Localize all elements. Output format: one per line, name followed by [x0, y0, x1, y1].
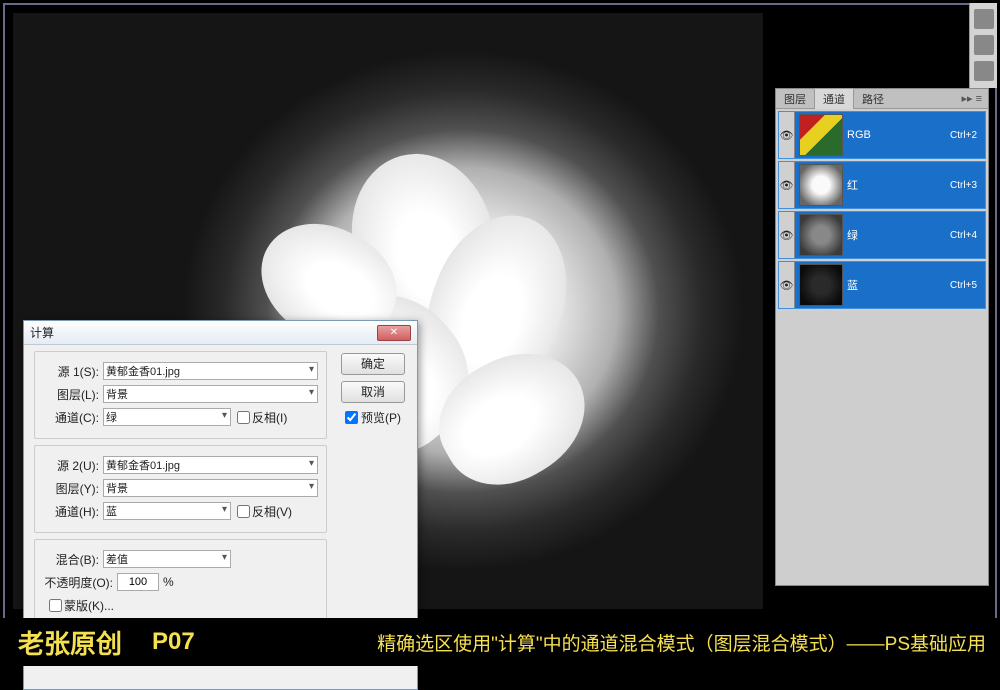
- blend-section: 混合(B): 差值 不透明度(O): % 蒙版(K)...: [34, 539, 327, 627]
- tab-layers[interactable]: 图层: [776, 89, 814, 109]
- percent-sign: %: [163, 575, 174, 589]
- right-tool-strip: [969, 3, 997, 88]
- source2-layer-select[interactable]: 背景: [103, 479, 318, 497]
- panel-empty-area: [776, 311, 988, 585]
- source2-layer-label: 图层(Y):: [43, 480, 99, 497]
- visibility-eye-icon[interactable]: 👁: [779, 162, 795, 208]
- source2-section: 源 2(U): 黄郁金香01.jpg 图层(Y): 背景 通道(H): 蓝 反相…: [34, 445, 327, 533]
- source1-channel-select[interactable]: 绿: [103, 408, 231, 426]
- tutorial-caption: 精确选区使用"计算"中的通道混合模式（图层混合模式）——PS基础应用: [377, 629, 986, 656]
- channel-row-rgb[interactable]: 👁 RGB Ctrl+2: [778, 111, 986, 159]
- channel-thumbnail: [799, 264, 843, 306]
- preview-row: 预览(P): [337, 409, 409, 426]
- tool-icon[interactable]: [974, 35, 994, 55]
- preview-checkbox[interactable]: [345, 411, 358, 424]
- preview-label: 预览(P): [361, 409, 401, 426]
- footer-caption-bar: 老张原创 P07 精确选区使用"计算"中的通道混合模式（图层混合模式）——PS基…: [0, 618, 1000, 666]
- source2-label: 源 2(U):: [43, 457, 99, 474]
- author-credit: 老张原创: [18, 624, 122, 661]
- channel-thumbnail: [799, 214, 843, 256]
- blend-label: 混合(B):: [43, 551, 99, 568]
- panel-tab-bar: 图层 通道 路径 ▸▸ ≡: [776, 89, 988, 109]
- channel-shortcut: Ctrl+5: [950, 280, 977, 291]
- channel-row-green[interactable]: 👁 绿 Ctrl+4: [778, 211, 986, 259]
- dialog-titlebar[interactable]: 计算 ✕: [24, 321, 417, 345]
- panel-menu-icon[interactable]: ▸▸ ≡: [955, 92, 988, 105]
- source1-section: 源 1(S): 黄郁金香01.jpg 图层(L): 背景 通道(C): 绿 反相…: [34, 351, 327, 439]
- channel-thumbnail: [799, 164, 843, 206]
- opacity-label: 不透明度(O):: [43, 574, 113, 591]
- channel-row-blue[interactable]: 👁 蓝 Ctrl+5: [778, 261, 986, 309]
- visibility-eye-icon[interactable]: 👁: [779, 112, 795, 158]
- source1-layer-label: 图层(L):: [43, 386, 99, 403]
- tab-channels[interactable]: 通道: [814, 88, 854, 109]
- channel-name: 蓝: [847, 277, 895, 293]
- source2-file-select[interactable]: 黄郁金香01.jpg: [103, 456, 318, 474]
- cancel-button[interactable]: 取消: [341, 381, 405, 403]
- channel-shortcut: Ctrl+3: [950, 180, 977, 191]
- tab-paths[interactable]: 路径: [854, 89, 892, 109]
- tool-icon[interactable]: [974, 61, 994, 81]
- channel-name: RGB: [847, 129, 895, 141]
- blend-mode-select[interactable]: 差值: [103, 550, 231, 568]
- source1-label: 源 1(S):: [43, 363, 99, 380]
- source2-invert-checkbox[interactable]: [237, 505, 250, 518]
- channel-shortcut: Ctrl+4: [950, 230, 977, 241]
- source1-layer-select[interactable]: 背景: [103, 385, 318, 403]
- dialog-title-text: 计算: [30, 324, 54, 341]
- source1-channel-label: 通道(C):: [43, 409, 99, 426]
- ok-button[interactable]: 确定: [341, 353, 405, 375]
- source2-channel-select[interactable]: 蓝: [103, 502, 231, 520]
- channel-thumbnail: [799, 114, 843, 156]
- channel-name: 红: [847, 177, 895, 193]
- source1-invert-label: 反相(I): [252, 409, 287, 426]
- channel-name: 绿: [847, 227, 895, 243]
- source2-invert-label: 反相(V): [252, 503, 292, 520]
- close-icon[interactable]: ✕: [377, 325, 411, 341]
- visibility-eye-icon[interactable]: 👁: [779, 262, 795, 308]
- channel-shortcut: Ctrl+2: [950, 130, 977, 141]
- channel-list: 👁 RGB Ctrl+2 👁 红 Ctrl+3 👁 绿 Ctrl+4 👁 蓝 C…: [776, 109, 988, 309]
- mask-label: 蒙版(K)...: [64, 597, 114, 614]
- channel-row-red[interactable]: 👁 红 Ctrl+3: [778, 161, 986, 209]
- source1-file-select[interactable]: 黄郁金香01.jpg: [103, 362, 318, 380]
- page-number: P07: [152, 628, 195, 656]
- channels-panel: 图层 通道 路径 ▸▸ ≡ 👁 RGB Ctrl+2 👁 红 Ctrl+3 👁 …: [775, 88, 989, 586]
- tool-icon[interactable]: [974, 9, 994, 29]
- opacity-input[interactable]: [117, 573, 159, 591]
- source2-channel-label: 通道(H):: [43, 503, 99, 520]
- source1-invert-checkbox[interactable]: [237, 411, 250, 424]
- mask-checkbox[interactable]: [49, 599, 62, 612]
- visibility-eye-icon[interactable]: 👁: [779, 212, 795, 258]
